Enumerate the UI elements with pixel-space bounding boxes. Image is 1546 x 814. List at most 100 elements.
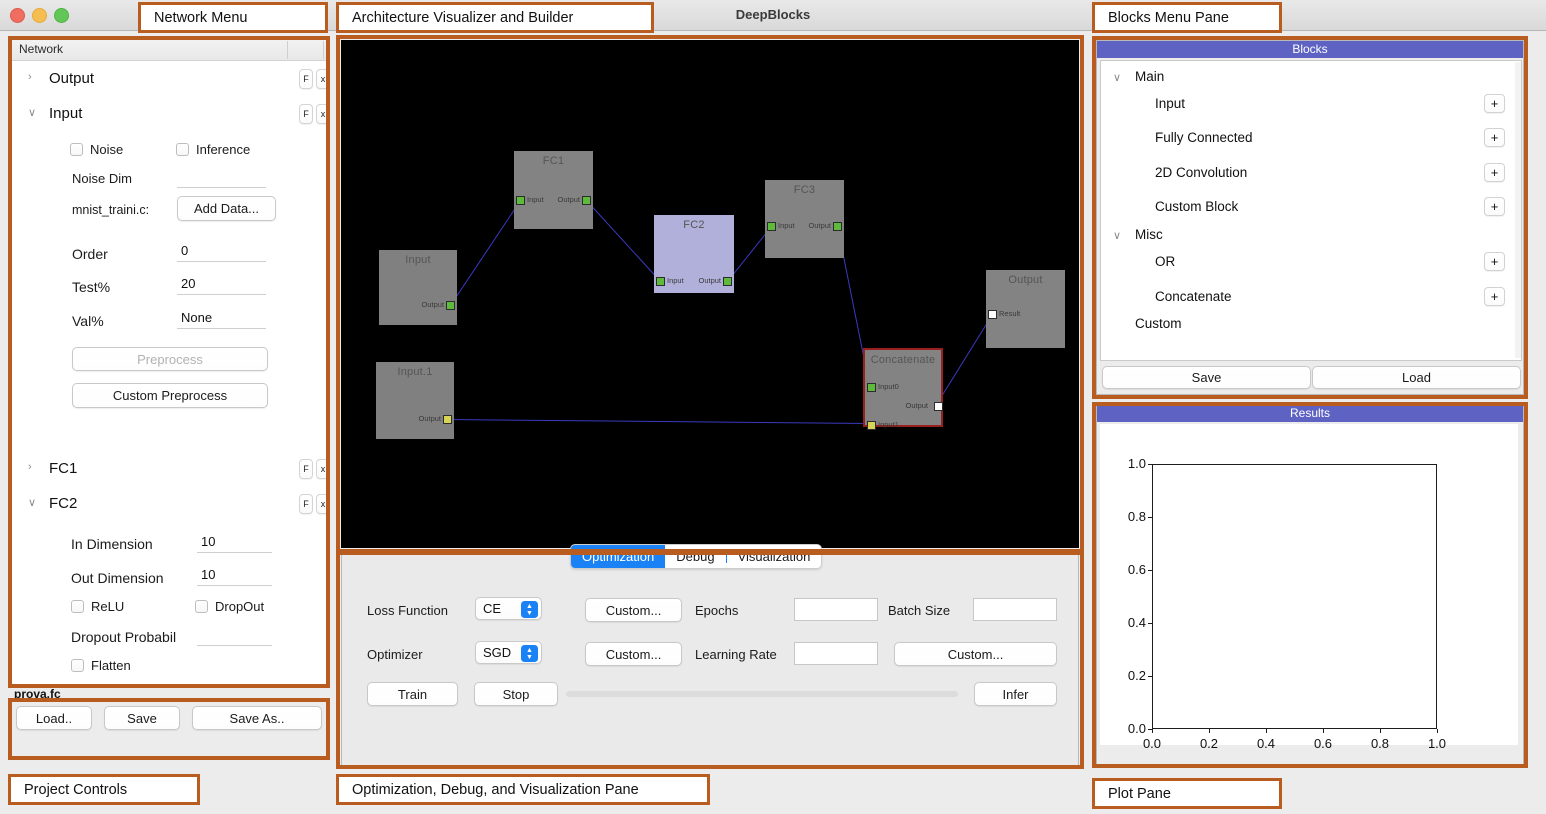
block-item-or[interactable]: OR + bbox=[1101, 248, 1521, 277]
add-block-button[interactable]: + bbox=[1484, 128, 1505, 147]
stop-button[interactable]: Stop bbox=[474, 682, 558, 706]
blocks-save-button[interactable]: Save bbox=[1102, 366, 1311, 389]
loss-custom-button[interactable]: Custom... bbox=[585, 598, 682, 622]
relu-checkbox-row[interactable]: ReLU bbox=[71, 599, 124, 614]
blocks-group-misc[interactable]: ∨ Misc bbox=[1101, 221, 1521, 250]
blocks-list-scrollbar[interactable] bbox=[1515, 62, 1521, 358]
node-close-button[interactable]: x bbox=[316, 104, 327, 124]
block-item-fully-connected[interactable]: Fully Connected + bbox=[1101, 124, 1521, 153]
loss-function-select[interactable]: CE ▲ ▼ bbox=[475, 597, 542, 620]
stepper-icon[interactable]: ▲ ▼ bbox=[521, 645, 538, 662]
batch-size-input[interactable] bbox=[973, 598, 1057, 621]
graph-port-result[interactable] bbox=[988, 310, 997, 319]
graph-port-output[interactable] bbox=[582, 196, 591, 205]
chevron-down-icon[interactable]: ∨ bbox=[28, 106, 36, 119]
save-project-button[interactable]: Save bbox=[104, 706, 180, 730]
tab-debug[interactable]: Debug bbox=[665, 545, 725, 568]
load-project-button[interactable]: Load.. bbox=[16, 706, 92, 730]
node-function-button[interactable]: F bbox=[299, 459, 313, 479]
graph-port-input[interactable] bbox=[516, 196, 525, 205]
noise-checkbox[interactable] bbox=[70, 143, 83, 156]
tree-node-input[interactable]: ∨ Input F x bbox=[11, 101, 327, 127]
tree-node-fc2[interactable]: ∨ FC2 F x bbox=[11, 491, 327, 517]
noise-checkbox-row[interactable]: Noise bbox=[70, 142, 123, 157]
infer-button[interactable]: Infer bbox=[974, 682, 1057, 706]
maximize-window-button[interactable] bbox=[54, 8, 69, 23]
chevron-right-icon[interactable]: › bbox=[28, 71, 32, 83]
add-block-button[interactable]: + bbox=[1484, 94, 1505, 113]
graph-port-output[interactable] bbox=[934, 402, 943, 411]
tree-node-output[interactable]: › Output F x bbox=[11, 66, 327, 92]
graph-port-input0[interactable] bbox=[867, 383, 876, 392]
architecture-canvas[interactable]: Input Output Input.1 Output FC1 Input Output FC… bbox=[341, 40, 1079, 548]
dropout-checkbox[interactable] bbox=[195, 600, 208, 613]
in-dimension-input[interactable]: 10 bbox=[197, 531, 272, 553]
train-button[interactable]: Train bbox=[367, 682, 458, 706]
node-close-button[interactable]: x bbox=[316, 69, 327, 89]
order-input[interactable]: 0 bbox=[177, 240, 266, 262]
close-window-button[interactable] bbox=[10, 8, 25, 23]
dropout-probability-input[interactable] bbox=[197, 624, 272, 646]
graph-node-input1[interactable]: Input.1 Output bbox=[376, 362, 454, 439]
add-block-button[interactable]: + bbox=[1484, 163, 1505, 182]
chevron-down-icon[interactable]: ∨ bbox=[28, 496, 36, 509]
chevron-down-icon[interactable]: ∨ bbox=[1113, 229, 1121, 242]
inference-checkbox[interactable] bbox=[176, 143, 189, 156]
noise-dim-input[interactable] bbox=[177, 166, 266, 188]
graph-node-input[interactable]: Input Output bbox=[379, 250, 457, 325]
inference-checkbox-row[interactable]: Inference bbox=[176, 142, 250, 157]
node-function-button[interactable]: F bbox=[299, 104, 313, 124]
minimize-window-button[interactable] bbox=[32, 8, 47, 23]
node-close-button[interactable]: x bbox=[316, 459, 327, 479]
graph-port-output[interactable] bbox=[833, 222, 842, 231]
block-item-custom-block[interactable]: Custom Block + bbox=[1101, 193, 1521, 222]
graph-port-output[interactable] bbox=[723, 277, 732, 286]
tab-visualization[interactable]: Visualization bbox=[727, 545, 822, 568]
test-percent-input[interactable]: 20 bbox=[177, 273, 266, 295]
add-block-button[interactable]: + bbox=[1484, 197, 1505, 216]
node-function-button[interactable]: F bbox=[299, 69, 313, 89]
custom-preprocess-button[interactable]: Custom Preprocess bbox=[72, 383, 268, 408]
block-item-concatenate[interactable]: Concatenate + bbox=[1101, 283, 1521, 312]
tree-node-fc1[interactable]: › FC1 F x bbox=[11, 456, 327, 482]
training-progress-slider[interactable] bbox=[566, 691, 958, 697]
graph-node-output[interactable]: Output Result bbox=[986, 270, 1065, 348]
graph-node-fc1[interactable]: FC1 Input Output bbox=[514, 151, 593, 229]
relu-checkbox[interactable] bbox=[71, 600, 84, 613]
graph-port-input1[interactable] bbox=[867, 421, 876, 430]
graph-node-fc2[interactable]: FC2 Input Output bbox=[654, 215, 734, 293]
graph-port-input[interactable] bbox=[656, 277, 665, 286]
flatten-checkbox-row[interactable]: Flatten bbox=[71, 658, 131, 673]
flatten-checkbox[interactable] bbox=[71, 659, 84, 672]
val-percent-input[interactable]: None bbox=[177, 307, 266, 329]
blocks-group-main[interactable]: ∨ Main bbox=[1101, 63, 1521, 92]
graph-port-input[interactable] bbox=[767, 222, 776, 231]
block-item-input[interactable]: Input + bbox=[1101, 90, 1521, 119]
learning-rate-custom-button[interactable]: Custom... bbox=[894, 642, 1057, 666]
preprocess-button[interactable]: Preprocess bbox=[72, 347, 268, 371]
blocks-group-custom[interactable]: Custom bbox=[1101, 310, 1521, 339]
graph-port-output[interactable] bbox=[446, 301, 455, 310]
tab-optimization[interactable]: Optimization bbox=[571, 545, 666, 568]
add-data-button[interactable]: Add Data... bbox=[177, 196, 276, 221]
blocks-load-button[interactable]: Load bbox=[1312, 366, 1521, 389]
optimizer-select[interactable]: SGD ▲ ▼ bbox=[475, 641, 542, 664]
pane-tabbar[interactable]: Optimization Debug Visualization bbox=[570, 544, 823, 569]
epochs-input[interactable] bbox=[794, 598, 878, 621]
learning-rate-input[interactable] bbox=[794, 642, 878, 665]
add-block-button[interactable]: + bbox=[1484, 287, 1505, 306]
out-dimension-input[interactable]: 10 bbox=[197, 564, 272, 586]
blocks-list[interactable]: ∨ Main Input + Fully Connected + 2D Conv… bbox=[1100, 60, 1522, 361]
graph-port-output[interactable] bbox=[443, 415, 452, 424]
add-block-button[interactable]: + bbox=[1484, 252, 1505, 271]
save-as-project-button[interactable]: Save As.. bbox=[192, 706, 322, 730]
plot-canvas[interactable]: 0.0 0.2 0.4 0.6 0.8 1.0 0.0 0.2 0.4 0.6 0.8 1.0 bbox=[1100, 424, 1518, 751]
chevron-down-icon[interactable]: ∨ bbox=[1113, 71, 1121, 84]
node-function-button[interactable]: F bbox=[299, 494, 313, 514]
graph-node-concatenate[interactable]: Concatenate Input0 Input1 Output bbox=[863, 348, 943, 430]
node-close-button[interactable]: x bbox=[316, 494, 327, 514]
block-item-2d-convolution[interactable]: 2D Convolution + bbox=[1101, 159, 1521, 188]
dropout-checkbox-row[interactable]: DropOut bbox=[195, 599, 264, 614]
stepper-icon[interactable]: ▲ ▼ bbox=[521, 601, 538, 618]
optimizer-custom-button[interactable]: Custom... bbox=[585, 642, 682, 666]
